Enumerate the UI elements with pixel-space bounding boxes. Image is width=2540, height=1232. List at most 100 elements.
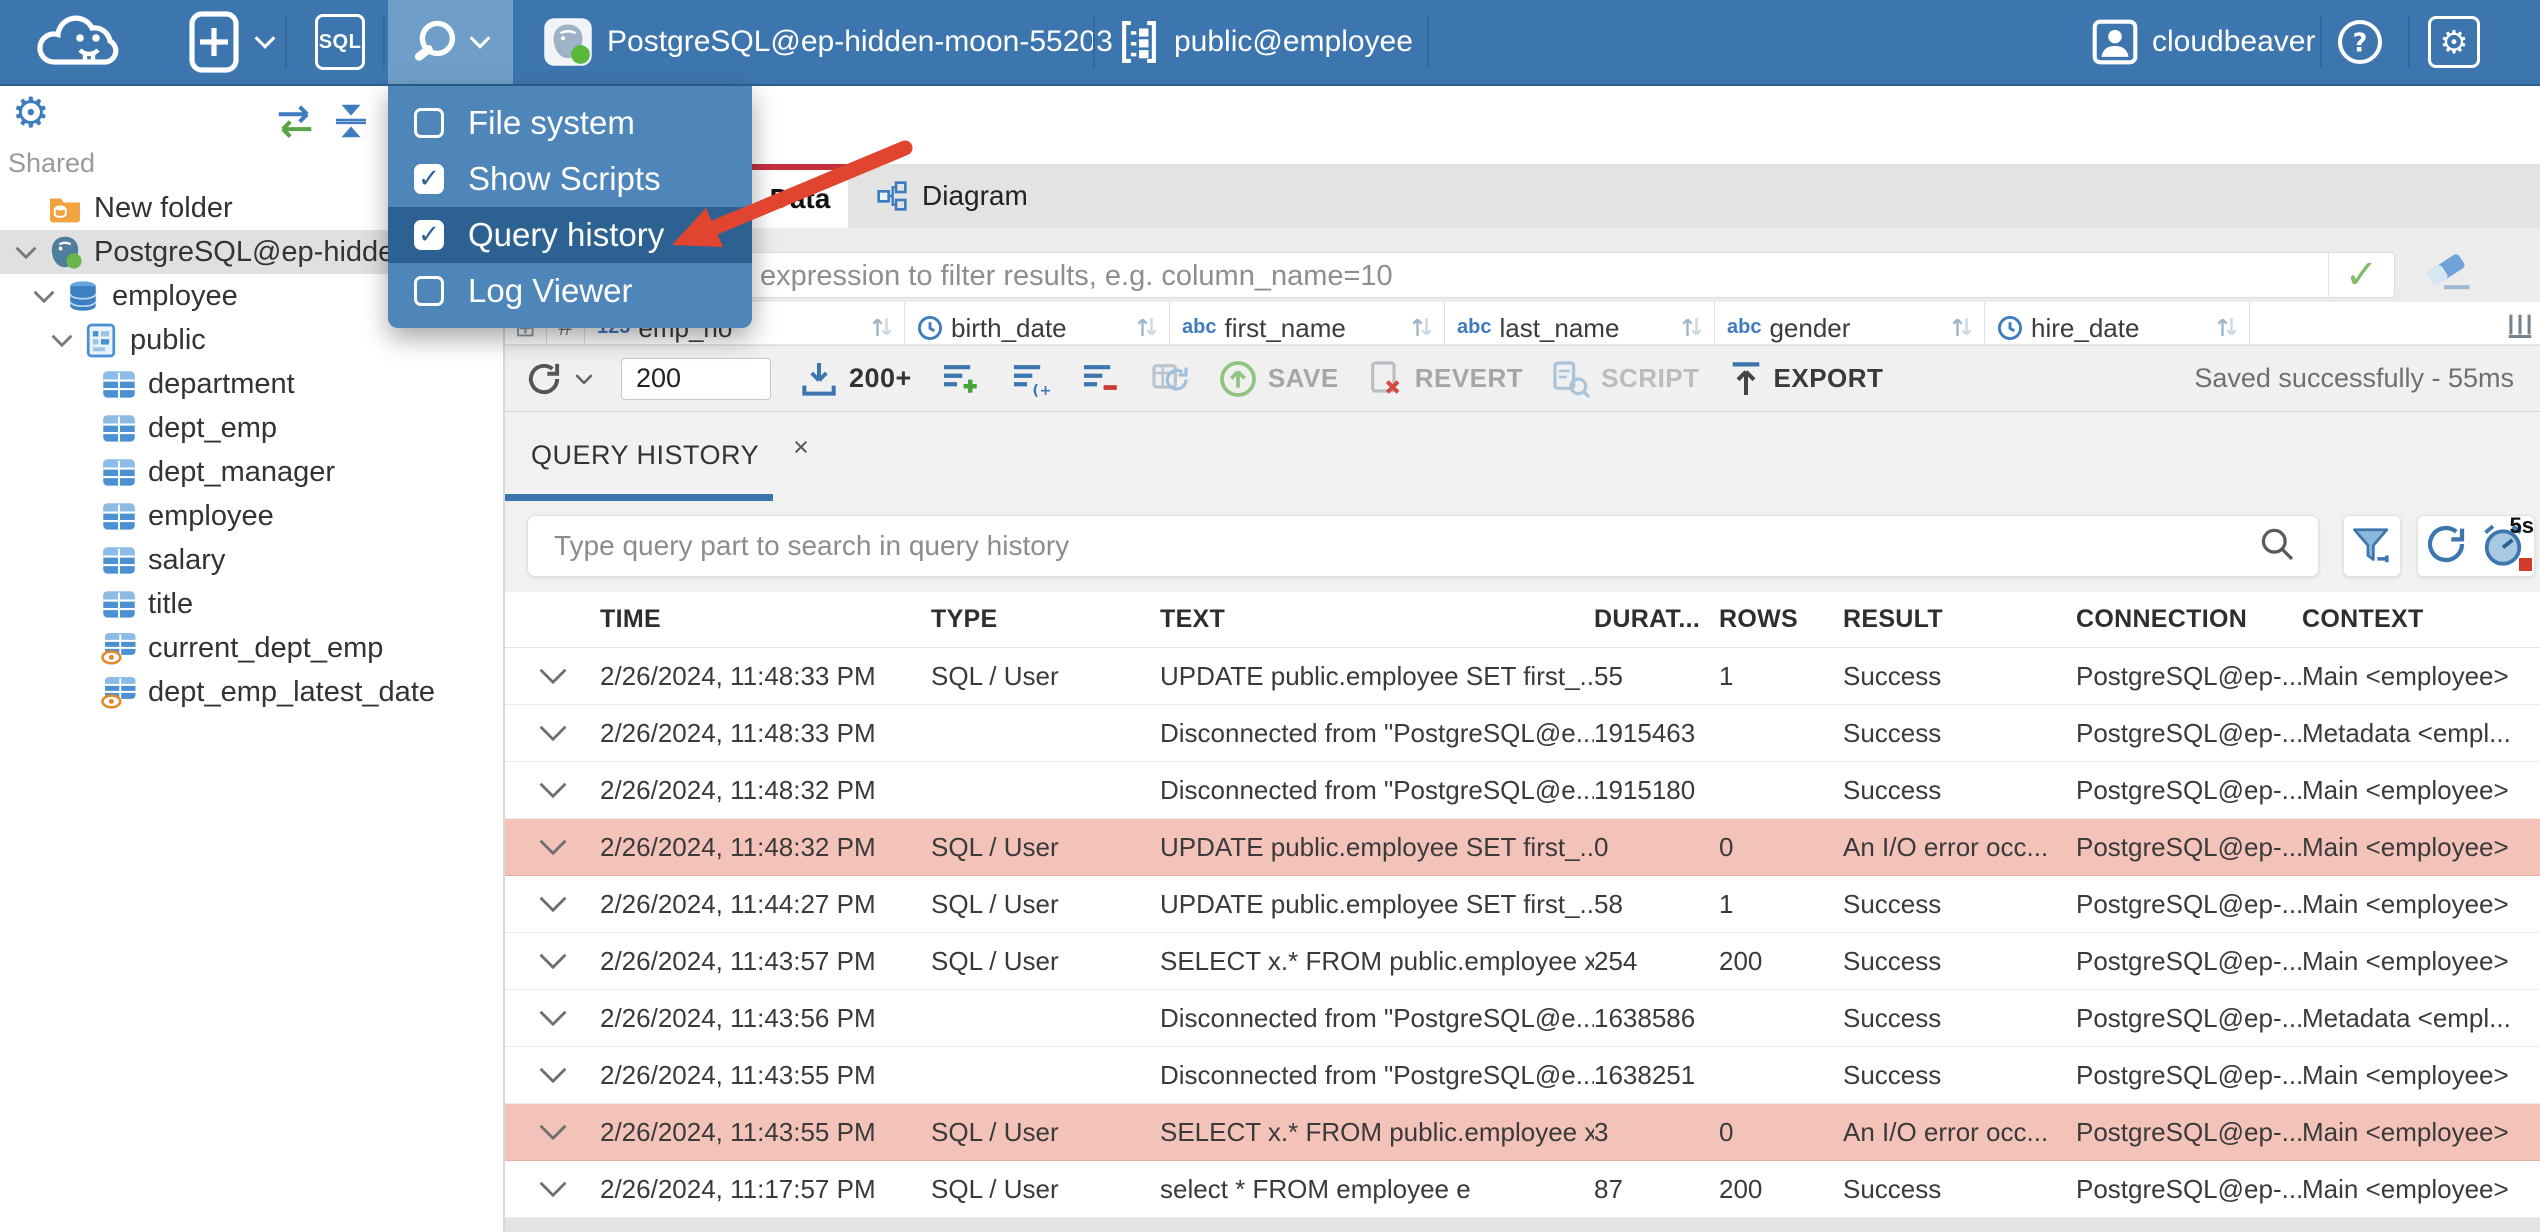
apply-filter-button[interactable]: ✓ — [2328, 252, 2394, 298]
row-expander-chevron-icon[interactable] — [505, 1124, 600, 1140]
checked-checkbox-icon[interactable]: ✓ — [414, 220, 444, 250]
sort-arrows-icon[interactable] — [1680, 315, 1704, 344]
tree-item-current-dept-emp[interactable]: current_dept_emp — [0, 626, 503, 670]
menu-item-show-scripts[interactable]: ✓ Show Scripts — [388, 151, 752, 207]
cell-connection: PostgreSQL@ep-... — [2076, 1116, 2302, 1147]
history-row[interactable]: 2/26/2024, 11:48:33 PM SQL / User UPDATE p… — [505, 648, 2540, 705]
row-expander-chevron-icon[interactable] — [505, 782, 600, 798]
main-area: Data Diagram expression to filter result… — [505, 86, 2540, 1232]
tree-expander-chevron-icon[interactable] — [8, 246, 44, 259]
refresh-table-button[interactable] — [1150, 360, 1190, 398]
tree-item-dept-emp-latest-date[interactable]: dept_emp_latest_date — [0, 670, 503, 714]
tree-item-title[interactable]: title — [0, 582, 503, 626]
history-row[interactable]: 2/26/2024, 11:43:55 PM SQL / User SELECT x… — [505, 1104, 2540, 1161]
collapse-all-button[interactable] — [330, 102, 372, 145]
menu-item-file-system[interactable]: File system — [388, 95, 752, 151]
sort-arrows-icon[interactable] — [870, 315, 894, 344]
row-expander-chevron-icon[interactable] — [505, 953, 600, 969]
delete-row-button[interactable] — [1080, 360, 1122, 398]
unchecked-checkbox-icon[interactable] — [414, 108, 444, 138]
checked-checkbox-icon[interactable]: ✓ — [414, 164, 444, 194]
row-expander-chevron-icon[interactable] — [505, 725, 600, 741]
grid-column-gender[interactable]: abc gender — [1715, 302, 1985, 344]
tree-item-department[interactable]: department — [0, 362, 503, 406]
history-row[interactable]: 2/26/2024, 11:48:32 PM SQL / User UPDATE p… — [505, 819, 2540, 876]
history-scrollbar-track[interactable] — [505, 1218, 2540, 1232]
row-expander-chevron-icon[interactable] — [505, 1010, 600, 1026]
history-row[interactable]: 2/26/2024, 11:44:27 PM SQL / User UPDATE p… — [505, 876, 2540, 933]
grid-column-first-name[interactable]: abc first_name — [1170, 302, 1445, 344]
filter-expression-input[interactable]: expression to filter results, e.g. colum… — [527, 252, 2395, 298]
history-filter-button[interactable] — [2343, 515, 2401, 577]
result-toolbar: 200+ (+) — [505, 345, 2540, 412]
link-with-editor-button[interactable] — [272, 102, 318, 145]
table-icon — [98, 502, 140, 531]
history-row[interactable]: 2/26/2024, 11:48:32 PM Disconnected from … — [505, 762, 2540, 819]
sql-editor-button[interactable]: SQL — [315, 0, 365, 84]
history-row[interactable]: 2/26/2024, 11:17:57 PM SQL / User select *… — [505, 1161, 2540, 1218]
query-history-tab[interactable]: QUERY HISTORY × — [531, 432, 809, 471]
refresh-interval-label: 5s — [2509, 513, 2534, 538]
row-expander-chevron-icon[interactable] — [505, 1181, 600, 1197]
history-column-text[interactable]: TEXT — [1160, 605, 1594, 634]
tree-item-employee[interactable]: employee — [0, 494, 503, 538]
unchecked-checkbox-icon[interactable] — [414, 276, 444, 306]
tools-menu-button[interactable] — [388, 0, 513, 84]
history-column-rows[interactable]: ROWS — [1719, 605, 1843, 634]
history-row[interactable]: 2/26/2024, 11:43:57 PM SQL / User SELECT x… — [505, 933, 2540, 990]
history-column-type[interactable]: TYPE — [931, 605, 1160, 634]
row-expander-chevron-icon[interactable] — [505, 668, 600, 684]
duplicate-row-button[interactable]: (+) — [1010, 360, 1052, 398]
history-column-result[interactable]: RESULT — [1843, 605, 2076, 634]
tree-item-dept-manager[interactable]: dept_manager — [0, 450, 503, 494]
add-row-button[interactable] — [940, 360, 982, 398]
sort-arrows-icon[interactable] — [1135, 315, 1159, 344]
sort-arrows-icon[interactable] — [1410, 315, 1434, 344]
row-expander-chevron-icon[interactable] — [505, 839, 600, 855]
tree-expander-chevron-icon[interactable] — [26, 290, 62, 303]
help-button[interactable]: ? — [2336, 0, 2384, 84]
grid-column-hire-date[interactable]: hire_date — [1985, 302, 2250, 344]
tree-item-dept-emp[interactable]: dept_emp — [0, 406, 503, 450]
clear-filter-button[interactable] — [2421, 250, 2475, 297]
history-row[interactable]: 2/26/2024, 11:43:55 PM Disconnected from … — [505, 1047, 2540, 1104]
menu-item-log-viewer[interactable]: Log Viewer — [388, 263, 752, 319]
sidebar-settings-gear-icon[interactable]: ⚙ — [12, 92, 50, 134]
grid-panel-toggle[interactable] — [2500, 302, 2540, 344]
new-connection-button[interactable] — [188, 0, 276, 84]
row-expander-chevron-icon[interactable] — [505, 1067, 600, 1083]
grid-column-birth-date[interactable]: birth_date — [905, 302, 1170, 344]
revert-button[interactable]: REVERT — [1367, 359, 1523, 399]
user-menu[interactable]: cloudbeaver — [2092, 0, 2315, 84]
connection-selector[interactable]: PostgreSQL@ep-hidden-moon-55203 — [543, 0, 1113, 84]
auto-refresh-button[interactable]: 5s — [2478, 513, 2534, 573]
refresh-button[interactable] — [523, 358, 593, 400]
fetch-more-button[interactable]: 200+ — [799, 359, 912, 399]
history-column-connection[interactable]: CONNECTION — [2076, 605, 2302, 634]
history-row[interactable]: 2/26/2024, 11:48:33 PM Disconnected from … — [505, 705, 2540, 762]
history-refresh-button[interactable] — [2422, 520, 2470, 573]
history-column-durat[interactable]: DURAT... — [1594, 605, 1719, 634]
sort-arrows-icon[interactable] — [2215, 315, 2239, 344]
cloudbeaver-logo[interactable] — [22, 0, 134, 84]
tree-expander-chevron-icon[interactable] — [44, 334, 80, 347]
query-history-tab-label: QUERY HISTORY — [531, 440, 760, 470]
tab-diagram[interactable]: Diagram — [848, 164, 1056, 228]
tree-item-salary[interactable]: salary — [0, 538, 503, 582]
schema-selector[interactable]: public@employee — [1118, 0, 1413, 84]
export-button[interactable]: EXPORT — [1728, 359, 1884, 399]
menu-item-query-history[interactable]: ✓ Query history — [388, 207, 752, 263]
history-row[interactable]: 2/26/2024, 11:43:56 PM Disconnected from … — [505, 990, 2540, 1047]
grid-column-last-name[interactable]: abc last_name — [1445, 302, 1715, 344]
row-limit-input[interactable] — [621, 357, 771, 400]
settings-button[interactable]: ⚙ — [2428, 0, 2480, 84]
tab-data[interactable]: Data — [752, 164, 848, 228]
history-search-input[interactable] — [528, 529, 2258, 563]
history-column-context[interactable]: CONTEXT — [2302, 605, 2540, 634]
sort-arrows-icon[interactable] — [1950, 315, 1974, 344]
history-column-time[interactable]: TIME — [600, 605, 931, 634]
save-button[interactable]: SAVE — [1218, 359, 1339, 399]
script-button[interactable]: SCRIPT — [1551, 359, 1699, 399]
close-icon[interactable]: × — [793, 432, 809, 463]
row-expander-chevron-icon[interactable] — [505, 896, 600, 912]
